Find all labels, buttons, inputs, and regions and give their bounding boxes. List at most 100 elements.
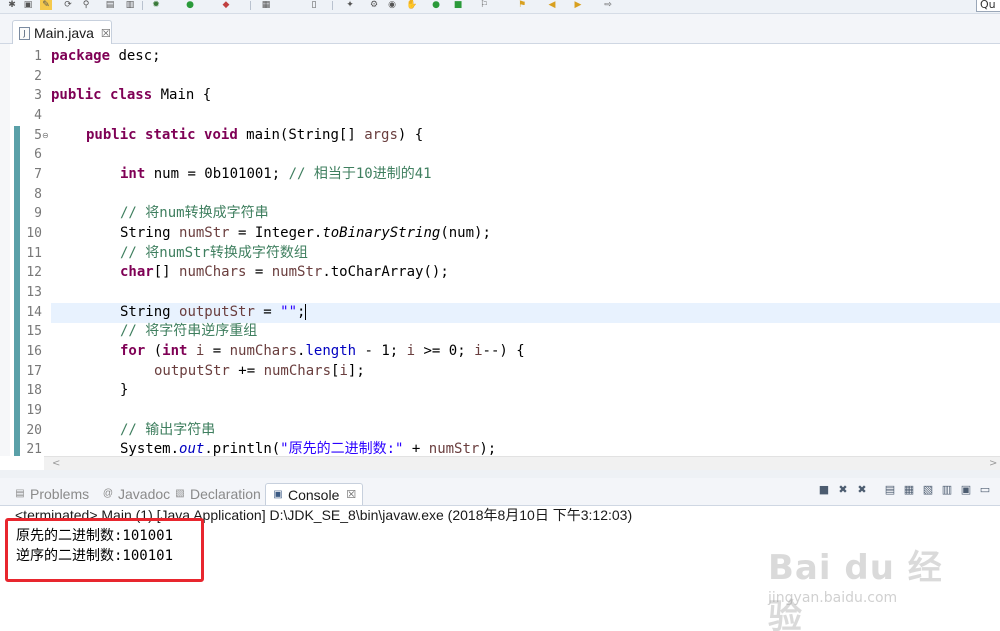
code-line: public class Main {: [51, 87, 212, 103]
tab-problems[interactable]: ▤ Problems: [14, 483, 89, 505]
tab-main-java[interactable]: J Main.java ☒: [12, 20, 112, 45]
new-class-icon[interactable]: ▯: [308, 0, 320, 10]
editor-tab-bar: J Main.java ☒: [0, 14, 1000, 45]
line-number: 8: [34, 187, 42, 202]
javadoc-icon: @: [102, 488, 114, 499]
line-number: 1: [34, 49, 42, 64]
open-type-icon[interactable]: ⚙: [368, 0, 380, 10]
tab-label: Declaration: [190, 486, 261, 502]
open-icon[interactable]: ✎: [40, 0, 52, 10]
code-line: // 将num转换成字符串: [120, 205, 269, 221]
green-icon[interactable]: ●: [430, 0, 442, 10]
code-line: int num = 0b101001; // 相当于10进制的41: [120, 166, 432, 182]
toolbar-spacer: [996, 482, 1000, 498]
highlight-box: [5, 518, 204, 582]
fold-toggle-icon[interactable]: ⊖: [42, 131, 49, 140]
toolbar-separator: [142, 1, 143, 10]
back-icon[interactable]: ◀: [546, 0, 558, 10]
tab-javadoc[interactable]: @ Javadoc: [102, 483, 170, 505]
scroll-lock-icon[interactable]: ▦: [901, 482, 917, 498]
scroll-right-icon[interactable]: >: [989, 457, 997, 471]
external-tools-icon[interactable]: ◆: [220, 0, 232, 10]
save-icon[interactable]: ▤: [104, 0, 116, 10]
line-number: 6: [34, 147, 42, 162]
tab-label: Javadoc: [118, 486, 171, 502]
new-java-project-icon[interactable]: ▦: [260, 0, 272, 10]
line-number: 5: [34, 128, 42, 143]
views-tab-bar: ▤ Problems @ Javadoc ▧ Declaration ▣ Con…: [0, 478, 1000, 506]
code-line: }: [120, 382, 129, 398]
remove-launch-icon[interactable]: ✖: [835, 482, 851, 498]
code-line: for (int i = numChars.length - 1; i >= 0…: [120, 343, 525, 359]
run-icon[interactable]: ●: [184, 0, 196, 10]
debug-icon[interactable]: ✱: [6, 0, 18, 10]
code-line: System.out.println("原先的二进制数:" + numStr);: [120, 441, 497, 456]
line-number: 7: [34, 167, 42, 182]
coverage-icon[interactable]: ■: [452, 0, 464, 10]
line-number: 19: [26, 403, 42, 418]
task-icon[interactable]: ◉: [386, 0, 398, 10]
tab-label: Main.java: [34, 25, 94, 41]
prev-annotation-icon[interactable]: ⚑: [516, 0, 528, 10]
line-number: 17: [26, 364, 42, 379]
toolbar-spacer: [873, 482, 879, 498]
line-number: 16: [26, 344, 42, 359]
line-number: 13: [26, 285, 42, 300]
display-selected-console-icon[interactable]: ▣: [958, 482, 974, 498]
hand-icon[interactable]: ✋: [406, 0, 418, 10]
tab-label: Console: [288, 486, 340, 503]
line-number: 12: [26, 265, 42, 280]
print-icon[interactable]: ▥: [124, 0, 136, 10]
line-number: 2: [34, 69, 42, 84]
pin-editor-icon[interactable]: ⇨: [602, 0, 614, 10]
line-number: 9: [34, 206, 42, 221]
bug-icon[interactable]: ✹: [150, 0, 162, 10]
tab-declaration[interactable]: ▧ Declaration: [174, 483, 261, 505]
tab-console[interactable]: ▣ Console ☒: [265, 483, 364, 505]
open-console-icon[interactable]: ▭: [977, 482, 993, 498]
word-wrap-icon[interactable]: ▧: [920, 482, 936, 498]
line-number: 20: [26, 423, 42, 438]
quick-access-input[interactable]: Qu: [976, 0, 1000, 12]
clear-console-icon[interactable]: ▤: [882, 482, 898, 498]
sash[interactable]: [0, 470, 1000, 478]
line-number: 15: [26, 324, 42, 339]
code-line: public static void main(String[] args) {: [86, 127, 424, 143]
pin-icon[interactable]: ✦: [344, 0, 356, 10]
pin-console-icon[interactable]: ▥: [939, 482, 955, 498]
code-line: String numStr = Integer.toBinaryString(n…: [120, 225, 491, 241]
search-icon[interactable]: ⚲: [80, 0, 92, 10]
refresh-icon[interactable]: ⟳: [62, 0, 74, 10]
next-annotation-icon[interactable]: ⚐: [478, 0, 490, 10]
forward-icon[interactable]: ▶: [572, 0, 584, 10]
new-icon[interactable]: ▣: [22, 0, 34, 10]
code-text[interactable]: package desc; public class Main { public…: [51, 44, 1000, 456]
code-line: char[] numChars = numStr.toCharArray();: [120, 264, 449, 280]
text-caret: [305, 304, 307, 320]
code-line: // 输出字符串: [120, 422, 216, 438]
remove-all-icon[interactable]: ✖: [854, 482, 870, 498]
tab-label: Problems: [30, 486, 90, 502]
declaration-icon: ▧: [175, 488, 185, 499]
close-icon[interactable]: ☒: [101, 27, 111, 40]
toolbar-separator: [250, 1, 251, 10]
main-toolbar: ✱ ▣ ✎ ⟳ ⚲ ▤ ▥ ✹ ● ◆ ▦ ▯ ✦ ⚙ ◉ ✋ ● ■ ⚐ ⚑ …: [0, 0, 1000, 14]
close-icon[interactable]: ☒: [346, 488, 356, 501]
console-view[interactable]: <terminated> Main (1) [Java Application]…: [0, 506, 1000, 631]
java-file-icon: J: [19, 26, 30, 40]
scroll-left-icon[interactable]: <: [52, 457, 60, 471]
code-line: outputStr += numChars[i];: [154, 363, 365, 379]
line-number-gutter: 1 2 3 4 5 6 7 8 9 10 11 12 13 14 15 16 1…: [20, 44, 46, 456]
editor-left-ruler: [0, 44, 10, 456]
code-line: // 将字符串逆序重组: [120, 323, 258, 339]
terminate-icon[interactable]: ■: [816, 482, 832, 498]
console-toolbar: ■ ✖ ✖ ▤ ▦ ▧ ▥ ▣ ▭ ▨: [816, 482, 1000, 500]
console-icon: ▣: [273, 488, 283, 500]
toolbar-separator: [332, 1, 333, 10]
problems-icon: ▤: [15, 488, 25, 499]
code-editor[interactable]: 1 2 3 4 5 6 7 8 9 10 11 12 13 14 15 16 1…: [0, 44, 1000, 456]
editor-horizontal-scrollbar[interactable]: < >: [44, 456, 1000, 470]
line-number: 18: [26, 383, 42, 398]
code-line: String outputStr = "";: [120, 304, 307, 320]
line-number: 3: [34, 88, 42, 103]
